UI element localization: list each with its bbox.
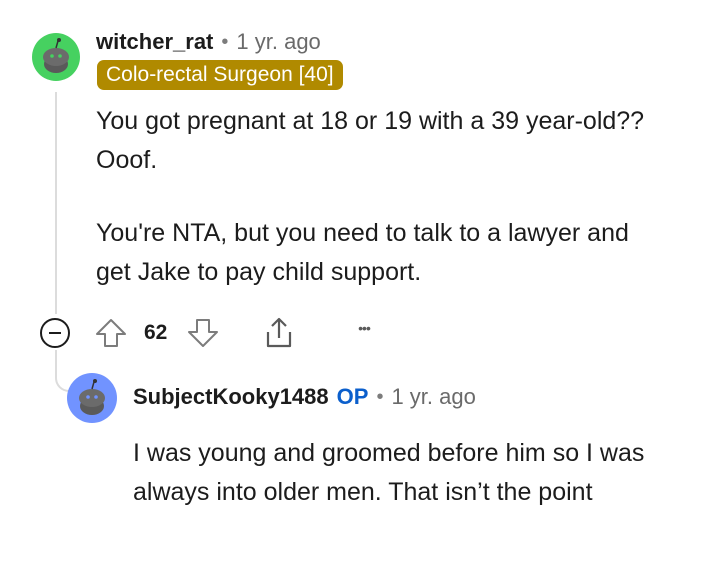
downvote-button[interactable] bbox=[186, 316, 220, 350]
snoo-avatar-icon bbox=[43, 38, 69, 73]
comment-header: witcher_rat • 1 yr. ago bbox=[96, 28, 321, 56]
upvote-icon bbox=[96, 319, 126, 347]
downvote-icon bbox=[188, 319, 218, 347]
share-button[interactable] bbox=[260, 314, 298, 352]
reply-avatar[interactable] bbox=[67, 373, 117, 423]
vote-count: 62 bbox=[144, 321, 168, 344]
more-icon: ••• bbox=[358, 320, 371, 336]
reply-timestamp: 1 yr. ago bbox=[391, 384, 476, 409]
user-flair: Colo-rectal Surgeon [40] bbox=[97, 60, 343, 90]
avatar[interactable] bbox=[32, 33, 80, 81]
more-button[interactable]: ••• bbox=[349, 320, 379, 344]
op-badge: OP bbox=[336, 384, 369, 409]
snoo-avatar-icon bbox=[79, 379, 105, 415]
comment-paragraph: You're NTA, but you need to talk to a la… bbox=[96, 219, 629, 286]
comment-body: You got pregnant at 18 or 19 with a 39 y… bbox=[96, 102, 656, 292]
timestamp: 1 yr. ago bbox=[236, 29, 321, 54]
reply-body: I was young and groomed before him so I … bbox=[133, 439, 645, 506]
reply-header: SubjectKooky1488 OP • 1 yr. ago bbox=[133, 383, 476, 411]
comment-paragraph: You got pregnant at 18 or 19 with a 39 y… bbox=[96, 107, 645, 174]
collapse-button[interactable] bbox=[38, 316, 72, 350]
username[interactable]: witcher_rat bbox=[96, 29, 213, 55]
collapse-icon bbox=[40, 318, 70, 348]
separator-dot: • bbox=[221, 30, 229, 53]
reply-username[interactable]: SubjectKooky1488 bbox=[133, 384, 329, 410]
separator-dot: • bbox=[376, 385, 384, 408]
share-icon bbox=[266, 317, 292, 348]
upvote-button[interactable] bbox=[94, 316, 128, 350]
thread-line[interactable] bbox=[55, 92, 57, 314]
